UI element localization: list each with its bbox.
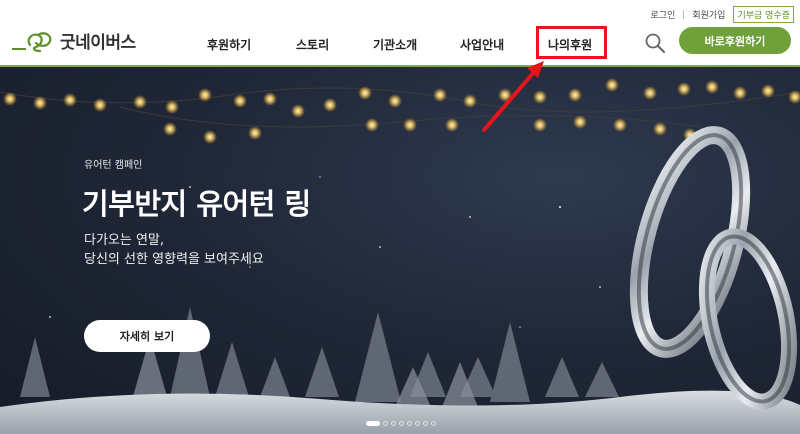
site-header: 로그인 회원가입 기부금 영수증 굿네이버스 후원하기 스토리 기관소개 사업안…	[0, 0, 800, 67]
highlight-box	[536, 26, 607, 59]
slide-dot[interactable]	[366, 421, 380, 426]
search-icon[interactable]	[644, 32, 666, 54]
donate-now-button[interactable]: 바로후원하기	[679, 27, 791, 54]
nav-item-donate[interactable]: 후원하기	[207, 36, 251, 53]
login-link[interactable]: 로그인	[650, 8, 675, 21]
utility-menu: 로그인 회원가입 기부금 영수증	[650, 6, 794, 23]
nav-item-about[interactable]: 기관소개	[373, 36, 417, 53]
slide-dot[interactable]	[399, 421, 404, 426]
string-lights	[3, 78, 800, 146]
slide-dot[interactable]	[391, 421, 396, 426]
ring-image	[629, 126, 798, 410]
more-button[interactable]: 자세히 보기	[84, 320, 210, 352]
slide-dot[interactable]	[415, 421, 420, 426]
hero-headline: 기부반지 유어턴 링	[82, 187, 311, 221]
slide-dot[interactable]	[423, 421, 428, 426]
site-logo[interactable]: 굿네이버스	[12, 28, 136, 53]
signup-link[interactable]: 회원가입	[692, 8, 725, 21]
slide-dot[interactable]	[383, 421, 388, 426]
divider	[683, 10, 685, 19]
hero-subline-2: 당신의 선한 영향력을 보여주세요	[84, 252, 264, 267]
slide-dot[interactable]	[431, 421, 436, 426]
logo-mark-icon	[12, 31, 52, 52]
hero-subline-1: 다가오는 연말,	[84, 233, 165, 248]
logo-text: 굿네이버스	[60, 33, 136, 53]
receipt-link[interactable]: 기부금 영수증	[733, 6, 794, 23]
nav-item-story[interactable]: 스토리	[296, 36, 329, 53]
slide-pagination	[366, 421, 436, 426]
hero-banner: 유어턴 캠페인 기부반지 유어턴 링 다가오는 연말, 당신의 선한 영향력을 …	[0, 67, 800, 434]
nav-item-business[interactable]: 사업안내	[460, 36, 504, 53]
slide-dot[interactable]	[407, 421, 412, 426]
hero-eyebrow: 유어턴 캠페인	[84, 160, 143, 171]
